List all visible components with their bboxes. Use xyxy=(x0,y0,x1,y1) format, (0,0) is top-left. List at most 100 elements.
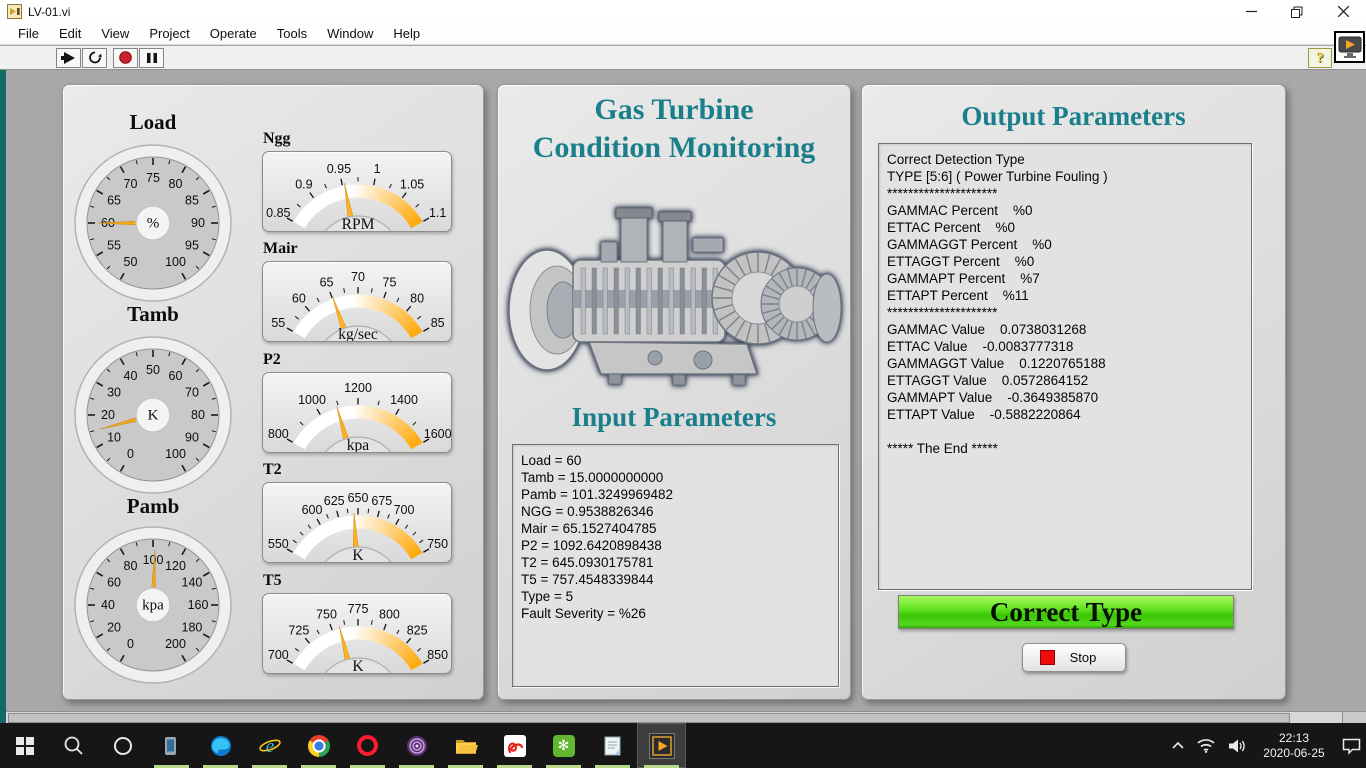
menu-item-file[interactable]: File xyxy=(8,24,49,43)
taskbar-button-opera[interactable] xyxy=(343,723,392,768)
opera-icon xyxy=(357,735,378,756)
output-line-11: GAMMAC Value 0.0738031268 xyxy=(887,321,1251,338)
meter-title-mair: Mair xyxy=(263,240,298,258)
svg-text:55: 55 xyxy=(271,316,285,330)
input-parameters-textbox: Load = 60Tamb = 15.0000000000Pamb = 101.… xyxy=(512,444,839,687)
taskbar-button-search[interactable] xyxy=(49,723,98,768)
horizontal-scrollbar[interactable] xyxy=(6,711,1366,723)
taskbar-button-chrome[interactable] xyxy=(294,723,343,768)
taskbar-clock[interactable]: 22:13 2020-06-25 xyxy=(1258,731,1330,761)
svg-text:100: 100 xyxy=(165,255,186,269)
taskbar-button-your-phone[interactable] xyxy=(147,723,196,768)
output-line-17 xyxy=(887,423,1251,440)
gauge-title-load: Load xyxy=(62,110,244,135)
gauge-title-tamb: Tamb xyxy=(62,302,244,327)
cortana-icon xyxy=(112,735,134,757)
output-line-16: ETTAPT Value -0.5882220864 xyxy=(887,406,1251,423)
menu-item-window[interactable]: Window xyxy=(317,24,383,43)
meter-title-t5: T5 xyxy=(263,572,282,590)
search-icon xyxy=(63,735,85,757)
output-line-5: ETTAC Percent %0 xyxy=(887,219,1251,236)
windows-taskbar: e✻ xyxy=(0,723,1366,768)
file-explorer-icon xyxy=(454,734,478,758)
svg-text:80: 80 xyxy=(124,559,138,573)
restore-button[interactable] xyxy=(1274,0,1320,23)
taskbar-button-green-app[interactable]: ✻ xyxy=(539,723,588,768)
stop-button-label: Stop xyxy=(1055,650,1111,665)
menu-item-project[interactable]: Project xyxy=(139,24,199,43)
title-bar: LV-01.vi xyxy=(0,0,1366,23)
taskbar-button-labview[interactable] xyxy=(637,723,686,768)
input-line-6: P2 = 1092.6420898438 xyxy=(521,537,838,554)
wifi-icon[interactable] xyxy=(1196,737,1216,754)
internet-explorer-icon: e xyxy=(258,734,282,758)
menu-item-help[interactable]: Help xyxy=(383,24,430,43)
gauge-tamb[interactable]: 0102030405060708090100K xyxy=(73,335,233,495)
acrobat-pdf-icon xyxy=(504,735,526,757)
desktop-edge-strip xyxy=(0,70,6,723)
svg-text:30: 30 xyxy=(107,385,121,399)
labview-logo-badge xyxy=(1334,31,1365,63)
svg-text:80: 80 xyxy=(191,408,205,422)
pause-icon xyxy=(146,52,158,64)
gauge-load[interactable]: 50556065707580859095100% xyxy=(73,143,233,303)
tray-chevron-icon[interactable] xyxy=(1171,741,1185,751)
svg-text:0: 0 xyxy=(127,447,134,461)
svg-text:800: 800 xyxy=(268,427,289,441)
horizontal-scrollbar-thumb[interactable] xyxy=(8,713,1290,723)
svg-text:K: K xyxy=(352,658,364,674)
meter-title-t2: T2 xyxy=(263,461,282,479)
pause-button[interactable] xyxy=(139,48,164,68)
context-help-button[interactable]: ? xyxy=(1308,48,1332,68)
taskbar-button-cortana[interactable] xyxy=(98,723,147,768)
labview-toolbar: ? xyxy=(0,46,1366,70)
svg-text:kpa: kpa xyxy=(347,437,370,453)
taskbar-button-tor-browser[interactable] xyxy=(392,723,441,768)
run-continuously-button[interactable] xyxy=(82,48,107,68)
svg-text:40: 40 xyxy=(101,598,115,612)
svg-text:85: 85 xyxy=(185,193,199,207)
svg-text:80: 80 xyxy=(410,291,424,305)
abort-button[interactable] xyxy=(113,48,138,68)
volume-icon[interactable] xyxy=(1227,738,1247,754)
taskbar-button-internet-explorer[interactable]: e xyxy=(245,723,294,768)
output-line-13: GAMMAGGT Value 0.1220765188 xyxy=(887,355,1251,372)
svg-text:20: 20 xyxy=(101,408,115,422)
edge-icon xyxy=(209,734,233,758)
minimize-icon xyxy=(1246,6,1257,17)
svg-text:550: 550 xyxy=(268,537,289,551)
labview-taskbar-icon xyxy=(649,733,675,759)
menu-item-operate[interactable]: Operate xyxy=(200,24,267,43)
chrome-icon xyxy=(308,735,330,757)
input-line-4: NGG = 0.9538826346 xyxy=(521,503,838,520)
minimize-button[interactable] xyxy=(1228,0,1274,23)
window-title: LV-01.vi xyxy=(28,5,70,19)
taskbar-button-file-explorer[interactable] xyxy=(441,723,490,768)
run-button[interactable] xyxy=(56,48,81,68)
svg-text:1.1: 1.1 xyxy=(429,206,446,220)
clock-time: 22:13 xyxy=(1258,731,1330,746)
menu-item-view[interactable]: View xyxy=(91,24,139,43)
svg-text:e: e xyxy=(265,736,273,757)
stop-button[interactable]: Stop xyxy=(1022,643,1126,672)
gauge-pamb[interactable]: 020406080100120140160180200kpa xyxy=(73,525,233,685)
input-line-10: Fault Severity = %26 xyxy=(521,605,838,622)
menu-item-edit[interactable]: Edit xyxy=(49,24,91,43)
taskbar-button-notepad[interactable] xyxy=(588,723,637,768)
svg-text:90: 90 xyxy=(191,216,205,230)
svg-text:650: 650 xyxy=(348,491,369,505)
meter-dial-t2: 550600625650675700750K xyxy=(262,482,452,563)
meter-t2: 550600625650675700750K xyxy=(262,482,452,563)
input-line-8: T5 = 757.4548339844 xyxy=(521,571,838,588)
svg-text:K: K xyxy=(148,407,159,423)
taskbar-button-start[interactable] xyxy=(0,723,49,768)
run-continuously-icon xyxy=(87,50,103,65)
taskbar-button-edge[interactable] xyxy=(196,723,245,768)
taskbar-button-acrobat-pdf[interactable] xyxy=(490,723,539,768)
menu-item-tools[interactable]: Tools xyxy=(267,24,317,43)
close-button[interactable] xyxy=(1320,0,1366,23)
svg-text:0: 0 xyxy=(127,637,134,651)
svg-text:50: 50 xyxy=(124,255,138,269)
action-center-icon[interactable] xyxy=(1341,737,1362,755)
app-title-line2: Condition Monitoring xyxy=(497,131,851,165)
